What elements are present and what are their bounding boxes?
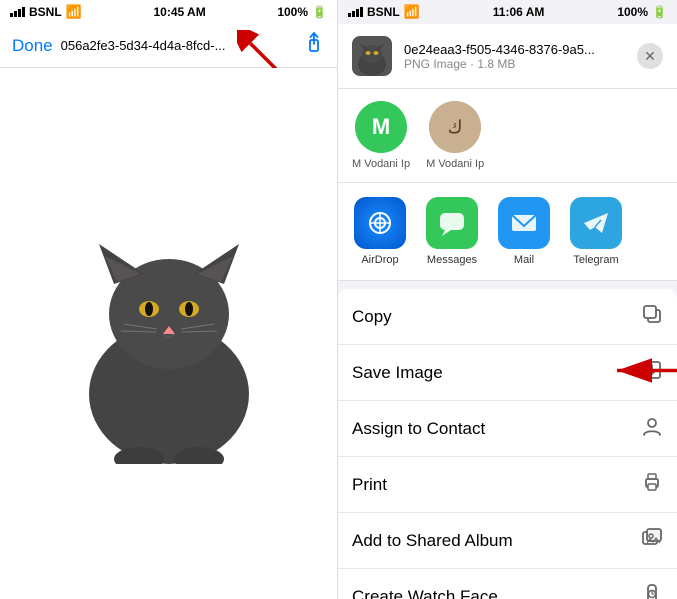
action-assign-contact-label: Assign to Contact [352,419,485,439]
apps-row: AirDrop Messages Mail [338,183,677,281]
action-print[interactable]: Print [338,457,677,513]
left-status-bar: BSNL 📶 10:45 AM 100% 🔋 [0,0,337,24]
mail-label: Mail [514,254,534,266]
wifi-icon-left: 📶 [66,4,82,20]
action-create-watch-face[interactable]: Create Watch Face [338,569,677,599]
share-header: 0e24eaa3-f505-4346-8376-9a5... PNG Image… [338,24,677,89]
left-nav-title: 056a2fe3-5d34-4d4a-8fcd-... [61,38,295,53]
left-status-left: BSNL 📶 [10,4,82,20]
contact-label-1: M Vodani Ip [352,158,410,170]
left-nav-bar: Done 056a2fe3-5d34-4d4a-8fcd-... [0,24,337,68]
svg-text:ك: ك [448,117,463,137]
share-button-left[interactable] [303,32,325,60]
signal-bars-right [348,7,363,17]
messages-label: Messages [427,254,477,266]
app-item-mail[interactable]: Mail [492,197,556,266]
share-file-icon [352,36,392,76]
cat-illustration [69,204,269,464]
battery-left: 100% [277,5,308,19]
carrier-left: BSNL [29,5,62,19]
right-status-right: 100% 🔋 [617,5,667,19]
action-add-shared-album-label: Add to Shared Album [352,531,513,551]
share-file-info: 0e24eaa3-f505-4346-8376-9a5... PNG Image… [404,42,625,71]
assign-contact-icon [641,415,663,443]
signal-bars-left [10,7,25,17]
file-thumbnail [352,36,392,76]
done-button[interactable]: Done [12,36,53,56]
share-icon-left [303,32,325,54]
airdrop-icon [354,197,406,249]
carrier-right: BSNL [367,5,400,19]
contact-label-2: M Vodani Ip [426,158,484,170]
shared-album-icon [641,527,663,555]
action-save-image[interactable]: Save Image [338,345,677,401]
mail-svg [509,208,539,238]
share-sheet: 0e24eaa3-f505-4346-8376-9a5... PNG Image… [338,24,677,599]
share-close-button[interactable]: ✕ [637,43,663,69]
battery-right: 100% [617,5,648,19]
action-print-label: Print [352,475,387,495]
contact-avatar-1: M [355,101,407,153]
telegram-icon [570,197,622,249]
messages-svg [437,208,467,238]
right-status-bar: BSNL 📶 11:06 AM 100% 🔋 [338,0,677,24]
action-list: Copy Save Image [338,289,677,599]
left-panel: BSNL 📶 10:45 AM 100% 🔋 Done 056a2fe3-5d3… [0,0,338,599]
contact-avatar-2: ك [429,101,481,153]
watch-face-icon [641,583,663,599]
left-image-area [0,68,337,599]
action-assign-contact[interactable]: Assign to Contact [338,401,677,457]
save-icon [641,359,663,387]
telegram-label: Telegram [573,254,618,266]
app-item-airdrop[interactable]: AirDrop [348,197,412,266]
contact-avatar-img-svg: ك [429,101,481,153]
wifi-icon-right: 📶 [404,4,420,20]
time-right: 11:06 AM [493,5,545,19]
action-copy[interactable]: Copy [338,289,677,345]
app-item-telegram[interactable]: Telegram [564,197,628,266]
airdrop-label: AirDrop [361,254,398,266]
messages-icon [426,197,478,249]
share-file-meta: PNG Image · 1.8 MB [404,57,625,71]
copy-icon [641,303,663,331]
battery-icon-left: 🔋 [312,5,327,19]
action-create-watch-face-label: Create Watch Face [352,587,498,599]
action-add-shared-album[interactable]: Add to Shared Album [338,513,677,569]
mail-icon [498,197,550,249]
action-save-image-label: Save Image [352,363,443,383]
app-item-messages[interactable]: Messages [420,197,484,266]
left-status-right: 100% 🔋 [277,5,327,19]
share-file-name: 0e24eaa3-f505-4346-8376-9a5... [404,42,624,57]
right-panel: BSNL 📶 11:06 AM 100% 🔋 0e24eaa3 [338,0,677,599]
print-icon [641,471,663,499]
action-copy-label: Copy [352,307,392,327]
battery-icon-right: 🔋 [652,5,667,19]
time-left: 10:45 AM [153,5,205,19]
telegram-svg [581,208,611,238]
contacts-row: M M Vodani Ip ك M Vodani Ip [338,89,677,183]
airdrop-svg [365,208,395,238]
contact-item-1[interactable]: M M Vodani Ip [352,101,410,170]
right-status-left: BSNL 📶 [348,4,420,20]
contact-item-2[interactable]: ك M Vodani Ip [426,101,484,170]
